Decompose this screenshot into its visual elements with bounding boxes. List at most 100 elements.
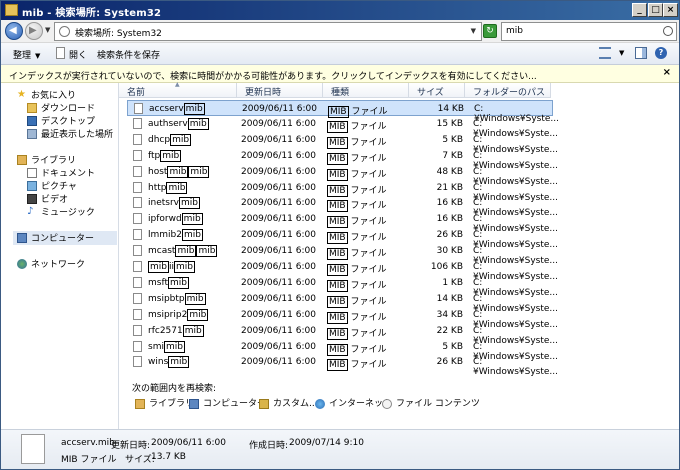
nav-favorites-label: お気に入り — [31, 91, 77, 101]
nav-recent-places[interactable]: 最近表示した場所 — [27, 127, 113, 141]
nav-libraries[interactable]: ライブラリ — [17, 153, 76, 167]
file-type-suffix: ファイル — [347, 265, 387, 275]
libraries-icon — [135, 398, 145, 409]
search-again-computer[interactable]: コンピューター — [189, 396, 266, 410]
nav-pictures-label: ピクチャ — [41, 182, 77, 192]
column-header-date[interactable]: 更新日時 — [237, 83, 323, 98]
search-again-library[interactable]: ライブラリ — [135, 396, 194, 410]
file-name-prefix: accserv — [149, 104, 184, 114]
index-info-bar[interactable]: インデックスが実行されていないので、検索に時間がかかる可能性があります。クリック… — [1, 65, 679, 83]
table-row[interactable]: mib ii mib 2009/06/11 6:00 MIB ファイル 106 KB C:¥… — [127, 259, 558, 282]
preview-pane-icon[interactable] — [635, 47, 647, 59]
file-type: MIB ファイル — [327, 342, 386, 356]
table-row[interactable]: accserv mib 2009/06/11 6:00 MIB ファイル 14 KB C:… — [127, 100, 559, 124]
table-row[interactable]: msiprip2 mib 2009/06/11 6:00 MIB ファイル 34 KB C… — [127, 307, 558, 330]
file-type: MIB ファイル — [327, 183, 386, 197]
table-row[interactable]: rfc2571 mib 2009/06/11 6:00 MIB ファイル 22 KB C:… — [127, 323, 558, 346]
chevron-down-icon[interactable]: ▼ — [619, 49, 624, 57]
file-type: MIB ファイル — [327, 294, 386, 308]
file-date: 2009/06/11 6:00 — [241, 325, 316, 336]
file-name: http mib — [148, 181, 188, 194]
search-highlight: mib — [170, 133, 192, 146]
file-type-suffix: ファイル — [347, 121, 387, 132]
table-row[interactable]: mcast mib mib 2009/06/11 6:00 MIB ファイル 30 KB C… — [127, 243, 558, 266]
column-header-folder-path[interactable]: フォルダーのパス — [465, 83, 551, 98]
table-row[interactable]: ftp mib 2009/06/11 6:00 MIB ファイル 7 KB C:¥Wind… — [127, 148, 558, 171]
nav-favorites[interactable]: ★ お気に入り — [17, 88, 76, 102]
table-row[interactable]: ipforwd mib 2009/06/11 6:00 MIB ファイル 16 KB C:… — [127, 211, 558, 234]
organize-button[interactable]: 整理 ▼ — [13, 48, 40, 61]
help-icon[interactable]: ? — [655, 47, 667, 59]
file-name: ipforwd mib — [148, 213, 203, 226]
file-name: host mib mib — [148, 165, 210, 178]
file-icon — [133, 245, 142, 257]
search-again-internet[interactable]: インターネット — [315, 396, 392, 410]
views-icon[interactable] — [599, 47, 611, 59]
chevron-down-icon: ▼ — [35, 52, 41, 60]
file-name-prefix: msiprip2 — [148, 309, 188, 320]
nav-music[interactable]: ♪ ミュージック — [27, 205, 95, 219]
file-type: MIB ファイル — [327, 246, 387, 261]
details-pane: accserv.mib 更新日時: 2009/06/11 6:00 作成日時: … — [1, 429, 679, 469]
table-row[interactable]: smi mib 2009/06/11 6:00 MIB ファイル 5 KB C:¥Wind… — [127, 339, 558, 362]
maximize-button[interactable]: □ — [648, 3, 663, 17]
nav-desktop[interactable]: デスクトップ — [27, 114, 95, 128]
column-header-type[interactable]: 種類 — [323, 83, 409, 98]
close-button[interactable]: × — [663, 3, 678, 17]
search-again-custom-label: カスタム... — [273, 399, 318, 409]
file-type-suffix: ファイル — [347, 249, 387, 260]
refresh-button[interactable]: ↻ — [483, 24, 497, 38]
sort-arrow-icon: ▲ — [175, 81, 180, 88]
file-type: MIB ファイル — [327, 151, 386, 165]
table-row[interactable]: inetsrv mib 2009/06/11 6:00 MIB ファイル 16 KB C:… — [127, 195, 558, 218]
file-size: 106 KB — [430, 262, 463, 272]
table-row[interactable]: wins mib 2009/06/11 6:00 MIB ファイル 26 KB C:¥Wi… — [127, 354, 558, 377]
column-header-size[interactable]: サイズ — [409, 83, 465, 98]
open-button[interactable]: 開く — [69, 48, 87, 61]
nav-computer-label: コンピューター — [31, 234, 95, 244]
nav-computer[interactable]: コンピューター — [13, 231, 117, 245]
search-highlight: mib — [196, 245, 218, 258]
title-bar[interactable]: mib - 検索場所: System32 _ □ × — [1, 1, 679, 20]
nav-pictures[interactable]: ピクチャ — [27, 179, 77, 193]
search-again-custom[interactable]: カスタム... — [259, 396, 318, 410]
chevron-down-icon[interactable]: ▼ — [471, 27, 476, 35]
table-row[interactable]: lmmib2 mib 2009/06/11 6:00 MIB ファイル 26 KB C:¥… — [127, 227, 558, 250]
file-name: authserv mib — [148, 117, 209, 130]
file-name-prefix: msft — [148, 277, 168, 288]
table-row[interactable]: authserv mib 2009/06/11 6:00 MIB ファイル 15 KB C… — [127, 116, 558, 139]
table-row[interactable]: msipbtp mib 2009/06/11 6:00 MIB ファイル 14 KB C:… — [127, 291, 558, 314]
close-icon[interactable]: × — [663, 67, 671, 78]
minimize-button[interactable]: _ — [632, 3, 647, 17]
table-row[interactable]: dhcp mib 2009/06/11 6:00 MIB ファイル 5 KB C:¥Win… — [127, 132, 558, 155]
table-row[interactable]: msft mib 2009/06/11 6:00 MIB ファイル 1 KB C:¥Win… — [127, 275, 558, 298]
computer-icon — [189, 398, 199, 409]
table-row[interactable]: host mib mib 2009/06/11 6:00 MIB ファイル 48 KB C:… — [127, 164, 558, 187]
search-highlight: mib — [181, 229, 203, 242]
search-input[interactable]: mib — [501, 22, 677, 41]
file-size: 1 KB — [442, 277, 463, 288]
address-bar[interactable]: 検索場所: System32 ▼ — [54, 22, 482, 41]
recent-places-icon — [27, 128, 37, 139]
table-row[interactable]: http mib 2009/06/11 6:00 MIB ファイル 21 KB C:¥Wi… — [127, 180, 558, 203]
address-path: 検索場所: System32 — [75, 29, 162, 39]
nav-documents[interactable]: ドキュメント — [27, 166, 95, 180]
nav-network[interactable]: ネットワーク — [17, 257, 85, 271]
search-highlight: MIB — [327, 359, 348, 372]
file-name-prefix: mcast — [148, 246, 176, 257]
column-header-name[interactable]: 名前 ▲ — [119, 81, 237, 98]
downloads-folder-icon — [27, 102, 37, 113]
recent-pages-dropdown[interactable]: ▼ — [45, 26, 50, 34]
file-type-suffix: ファイル — [347, 312, 387, 323]
search-again-file-contents[interactable]: ファイル コンテンツ — [382, 396, 480, 410]
search-icon[interactable] — [663, 26, 673, 36]
file-date: 2009/06/11 6:00 — [241, 246, 316, 257]
file-date: 2009/06/11 6:00 — [241, 230, 316, 241]
back-button[interactable]: ◀ — [5, 22, 23, 40]
forward-button[interactable]: ▶ — [25, 22, 43, 40]
nav-downloads[interactable]: ダウンロード — [27, 101, 95, 115]
save-search-button[interactable]: 検索条件を保存 — [97, 48, 160, 61]
nav-videos[interactable]: ビデオ — [27, 192, 68, 206]
file-date: 2009/06/11 6:00 — [241, 309, 316, 320]
search-highlight: mib — [168, 356, 190, 369]
